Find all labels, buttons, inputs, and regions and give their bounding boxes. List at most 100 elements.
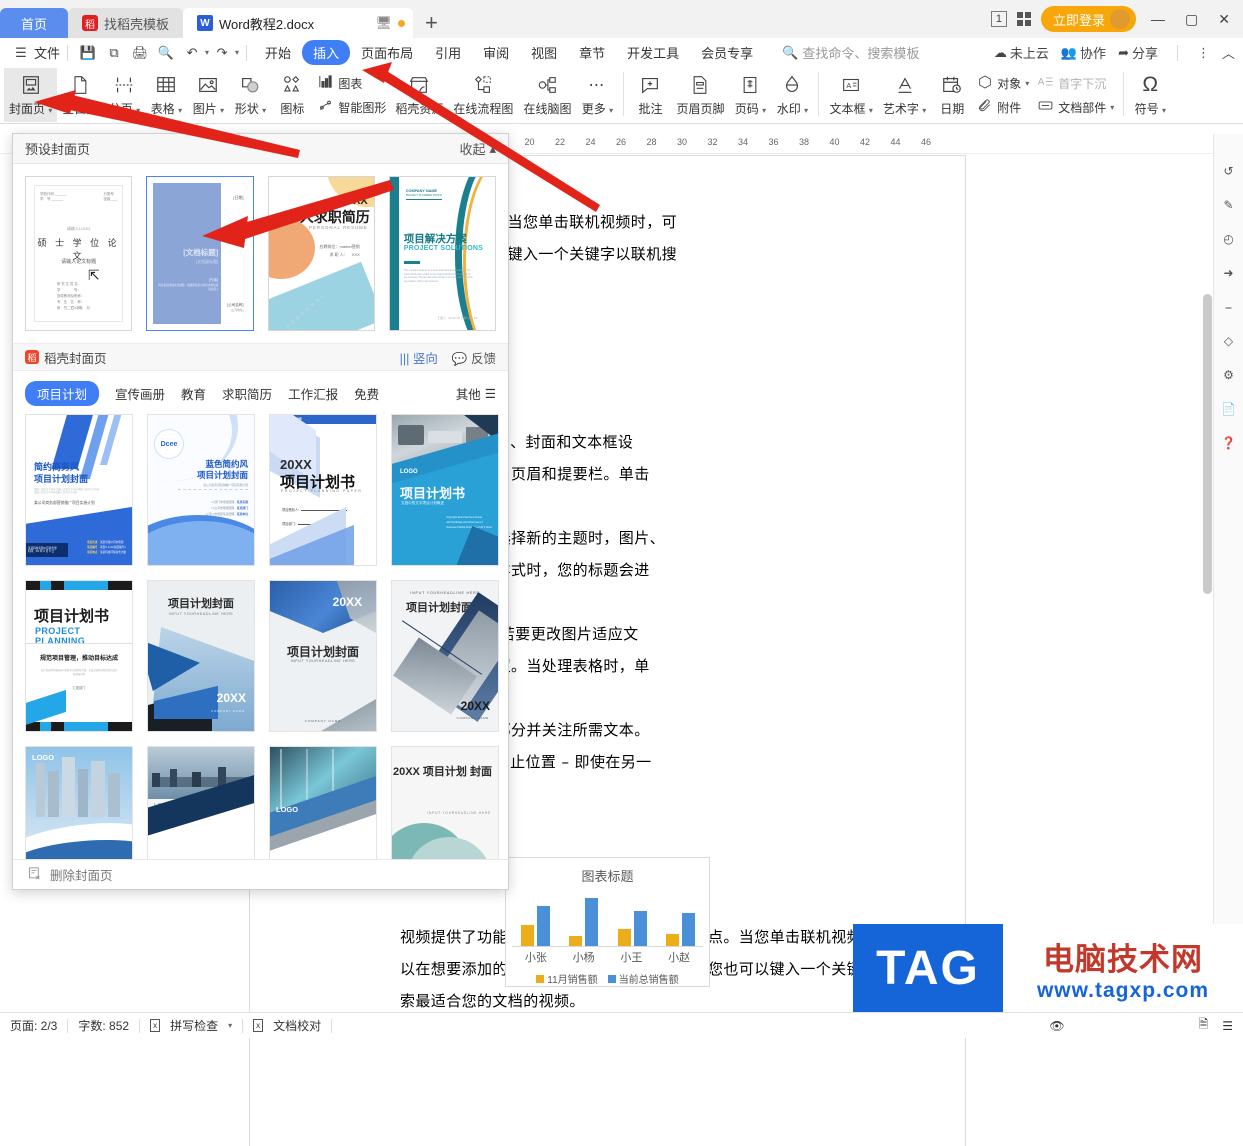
window-close-button[interactable]: ✕	[1213, 11, 1235, 28]
ribbon-icons[interactable]: 图标	[271, 68, 313, 122]
preset-cover-thesis[interactable]: 学校代码 ______ 学 号 ______ 分类号 密级 ___ 请输入LOGO …	[25, 176, 133, 331]
ribbon-blank-page[interactable]: 空白页	[57, 68, 103, 122]
ribbon-object[interactable]: 对象 ▾	[977, 71, 1029, 95]
window-maximize-button[interactable]: ▢	[1180, 11, 1203, 28]
vertical-scrollbar[interactable]	[1203, 294, 1212, 594]
save-as-icon[interactable]: ⧉	[101, 42, 127, 64]
ribbon-page-break[interactable]: 分页 ▾	[103, 68, 145, 122]
template-card[interactable]: Dcee 蓝色简约风 项目计划封面 某公司商务部营销推广项目实施计划 ××部门市…	[147, 414, 255, 566]
ribbon-shapes[interactable]: 形状 ▾	[229, 68, 271, 122]
cover-page-dropdown-panel[interactable]: 预设封面页 收起 ▴ 学校代码 ______ 学 号 ______ 分类号 密级 _…	[12, 133, 509, 890]
category-tab-education[interactable]: 教育	[181, 384, 206, 403]
hamburger-icon[interactable]: ☰	[8, 42, 34, 64]
customize-caret-icon[interactable]: ▾	[235, 48, 239, 57]
ribbon-cover-page[interactable]: 封面页 ▾	[4, 68, 58, 122]
line-icon[interactable]: ⎯	[1218, 296, 1240, 318]
template-card[interactable]: INPUT YOURHEADLINE HERE 项目计划封面 20XX COMP…	[391, 580, 499, 732]
ribbon-more[interactable]: ⋯ 更多 ▾	[576, 68, 618, 122]
menu-item-review[interactable]: 审阅	[472, 40, 520, 65]
template-card[interactable]: COMPANY NAME 20XX 项目计划书 PROJECT PLANNING…	[269, 414, 377, 566]
ribbon-date[interactable]: 日期	[931, 68, 973, 122]
cursor-icon[interactable]: ➜	[1218, 262, 1240, 284]
ribbon-wordart[interactable]: 艺术字 ▾	[878, 68, 931, 122]
chevron-down-icon[interactable]: ▾	[228, 1021, 232, 1030]
menu-item-references[interactable]: 引用	[424, 40, 472, 65]
ribbon-smartart[interactable]: 智能图形	[317, 95, 386, 119]
ribbon-symbol[interactable]: Ω 符号 ▾	[1129, 68, 1171, 122]
new-tab-button[interactable]: +	[413, 12, 450, 38]
preset-cover-blue[interactable]: [日期] [文档标题] [文档副标题] [作者] [可在此处添加文档摘要。摘要通…	[146, 176, 254, 331]
template-card[interactable]: 项目计划书 PROJECT PLANNING 规范项目管理，推动目标达成 在计划…	[25, 580, 133, 732]
pen-icon[interactable]: ✎	[1218, 194, 1240, 216]
ribbon-attachment[interactable]: 附件	[977, 95, 1029, 119]
ribbon-docer-resource[interactable]: 稻壳资源	[390, 68, 448, 122]
history-icon[interactable]: ↺	[1218, 160, 1240, 182]
ribbon-online-flowchart[interactable]: 在线流程图	[448, 68, 518, 122]
embedded-chart[interactable]: 图表标题 小张 小杨 小王 小赵 11月销售额 当前总销售额	[505, 857, 710, 987]
collapse-ribbon-icon[interactable]: ︿	[1222, 43, 1235, 62]
menu-item-view[interactable]: 视图	[520, 40, 568, 65]
preset-cover-resume[interactable]: 20XX 个人求职简历 PERSONAL RESUME 应聘岗位：market营…	[267, 176, 375, 331]
eraser-icon[interactable]: ◴	[1218, 228, 1240, 250]
ribbon-textbox[interactable]: A 文本框 ▾	[824, 68, 877, 122]
menu-item-section[interactable]: 章节	[568, 40, 616, 65]
ribbon-comment[interactable]: 批注	[629, 68, 671, 122]
ribbon-table[interactable]: 表格 ▾	[145, 68, 187, 122]
cloud-status-button[interactable]: ☁ 未上云	[994, 43, 1049, 62]
panel-footer[interactable]: 删除封面页	[13, 859, 508, 889]
template-card[interactable]: 项目计划封面 INPUT YOURHEADLINE HERE 20XX COMP…	[147, 580, 255, 732]
category-tab-free[interactable]: 免费	[354, 384, 379, 403]
menu-item-page-layout[interactable]: 页面布局	[350, 40, 424, 65]
window-minimize-button[interactable]: —	[1146, 11, 1170, 27]
panel-collapse-button[interactable]: 收起 ▴	[459, 139, 496, 158]
status-spellcheck-label[interactable]: 拼写检查	[170, 1017, 218, 1034]
category-tab-brochure[interactable]: 宣传画册	[115, 384, 165, 403]
status-word-count-label[interactable]: 字数: 852	[78, 1017, 129, 1034]
redo-icon[interactable]: ↷	[209, 42, 235, 64]
collaborate-button[interactable]: 👥 协作	[1061, 43, 1106, 62]
print-preview-icon[interactable]: 🔍	[153, 42, 179, 64]
help-icon[interactable]: ❓	[1218, 432, 1240, 454]
shape-icon[interactable]: ◇	[1218, 330, 1240, 352]
ribbon-doc-parts[interactable]: 文档部件 ▾	[1037, 95, 1114, 119]
template-card[interactable]: 简约商务风 项目计划封面 请输入您的文字内容 请输入您的文字内容请输入您的文字内…	[25, 414, 133, 566]
status-page-label[interactable]: 页面: 2/3	[10, 1017, 57, 1034]
ribbon-header-footer[interactable]: 页眉页脚	[671, 68, 729, 122]
category-tab-work-report[interactable]: 工作汇报	[288, 384, 338, 403]
login-button[interactable]: 立即登录	[1041, 6, 1137, 32]
more-options-icon[interactable]: ⋮	[1197, 45, 1210, 61]
ribbon-page-number[interactable]: 页码 ▾	[729, 68, 771, 122]
preset-cover-solution[interactable]: COMPANY NAME PROJECT PLANNING PAPER 项目解决方…	[388, 176, 496, 331]
ai-icon[interactable]: ⚙	[1218, 364, 1240, 386]
tab-home[interactable]: 首页	[0, 8, 68, 38]
ribbon-watermark[interactable]: 水印 ▾	[771, 68, 813, 122]
template-card[interactable]: LOGO 项目计划书 文档中的文字项目计划概述 Copyright Enrol …	[391, 414, 499, 566]
undo-icon[interactable]: ↶	[179, 42, 205, 64]
share-button[interactable]: ➦ 分享	[1118, 43, 1158, 62]
doc-icon[interactable]: 📄	[1218, 398, 1240, 420]
page-view-icon[interactable]: 🗎	[1199, 1015, 1209, 1036]
ribbon-chart[interactable]: 图表	[317, 71, 386, 95]
feedback-button[interactable]: 💬 反馈	[452, 348, 496, 367]
menu-item-start[interactable]: 开始	[254, 40, 302, 65]
menu-item-insert[interactable]: 插入	[302, 40, 351, 65]
ribbon-online-mindmap[interactable]: 在线脑图	[518, 68, 576, 122]
status-proofread-label[interactable]: 文档校对	[273, 1017, 321, 1034]
template-card[interactable]: 20XX 项目计划封面 INPUT YOURHEADLINE HERE COMP…	[269, 580, 377, 732]
save-icon[interactable]: 💾	[75, 42, 101, 64]
layout-view-icon[interactable]: ☰	[1222, 1019, 1233, 1033]
category-tab-project-plan[interactable]: 项目计划	[25, 381, 100, 406]
screen-cast-icon[interactable]: 🖥	[376, 15, 393, 31]
ribbon-picture[interactable]: 图片 ▾	[187, 68, 229, 122]
orientation-toggle[interactable]: ||| 竖向	[400, 348, 438, 367]
tab-document[interactable]: W Word教程2.docx 🖥	[183, 8, 414, 38]
grid-view-icon[interactable]	[1017, 12, 1032, 26]
tab-find-templates[interactable]: 稻 找稻壳模板	[68, 8, 184, 38]
menu-item-developer[interactable]: 开发工具	[616, 40, 690, 65]
file-menu-button[interactable]: 文件	[34, 43, 60, 62]
page-count-badge[interactable]: 1	[990, 11, 1008, 27]
category-tab-resume[interactable]: 求职简历	[222, 384, 272, 403]
eye-icon[interactable]: 👁	[1049, 1019, 1064, 1033]
print-icon[interactable]: 🖨	[127, 42, 153, 64]
search-command-box[interactable]: 🔍 查找命令、搜索模板	[782, 43, 919, 62]
